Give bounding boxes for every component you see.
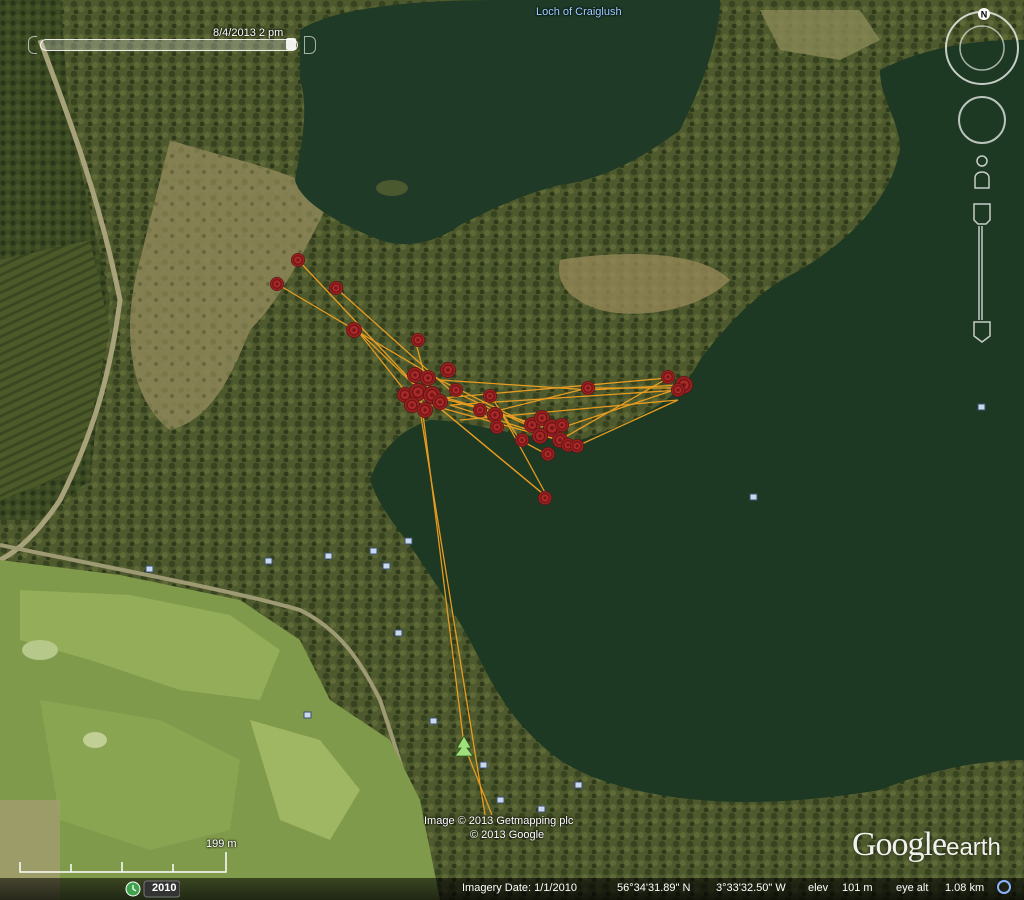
gps-marker[interactable] bbox=[420, 370, 436, 386]
longitude: 3°33'32.50" W bbox=[716, 882, 786, 894]
gps-marker[interactable] bbox=[329, 281, 343, 295]
photo-icon[interactable] bbox=[537, 805, 546, 813]
photo-icon[interactable] bbox=[496, 796, 505, 804]
gps-marker[interactable] bbox=[417, 402, 433, 418]
streaming-status-icon bbox=[997, 880, 1011, 894]
historical-imagery-year[interactable]: 2010 bbox=[152, 882, 176, 894]
green bbox=[22, 640, 58, 660]
google-earth-logo: Googleearth bbox=[852, 826, 1001, 864]
compass-ring-icon[interactable] bbox=[945, 11, 1019, 85]
gps-marker[interactable] bbox=[270, 277, 284, 291]
north-indicator[interactable]: N bbox=[978, 8, 990, 20]
gps-marker[interactable] bbox=[671, 383, 685, 397]
photo-icon[interactable] bbox=[394, 629, 403, 637]
photo-icon[interactable] bbox=[574, 781, 583, 789]
logo-brand: Google bbox=[852, 826, 947, 863]
scale-bar bbox=[19, 852, 227, 873]
photo-icon[interactable] bbox=[404, 537, 413, 545]
photo-icon[interactable] bbox=[264, 557, 273, 565]
photo-icon[interactable] bbox=[479, 761, 488, 769]
eye-altitude-value: 1.08 km bbox=[945, 882, 985, 894]
photo-icon[interactable] bbox=[382, 562, 391, 570]
elevation-label: elev bbox=[808, 882, 829, 894]
imagery-date: Imagery Date: 1/1/2010 bbox=[462, 882, 577, 894]
north-label: N bbox=[981, 10, 988, 20]
navigation-controls: N bbox=[945, 8, 1019, 343]
gps-marker[interactable] bbox=[581, 381, 595, 395]
gps-marker[interactable] bbox=[515, 433, 529, 447]
satellite-map[interactable] bbox=[0, 0, 1024, 900]
elevation-value: 101 m bbox=[842, 882, 873, 894]
gps-marker[interactable] bbox=[449, 383, 463, 397]
look-joystick-icon[interactable] bbox=[958, 96, 1006, 144]
time-slider-label: 8/4/2013 2 pm bbox=[213, 27, 284, 39]
photo-icon[interactable] bbox=[369, 547, 378, 555]
eye-altitude-label: eye alt bbox=[896, 882, 929, 894]
gps-marker[interactable] bbox=[291, 253, 305, 267]
gps-marker[interactable] bbox=[490, 420, 504, 434]
green bbox=[83, 732, 107, 748]
gps-marker[interactable] bbox=[411, 333, 425, 347]
zoom-slider-icon[interactable] bbox=[973, 203, 991, 343]
photo-icon[interactable] bbox=[303, 711, 312, 719]
pegman-icon[interactable] bbox=[974, 155, 990, 189]
gps-marker[interactable] bbox=[473, 403, 487, 417]
time-slider-left-cap[interactable] bbox=[28, 36, 37, 54]
gps-marker[interactable] bbox=[570, 439, 584, 453]
gps-marker[interactable] bbox=[541, 447, 555, 461]
time-slider-right-cap[interactable] bbox=[304, 36, 316, 54]
scale-label: 199 m bbox=[206, 838, 237, 850]
island bbox=[376, 180, 408, 196]
gps-marker[interactable] bbox=[661, 370, 675, 384]
logo-product: earth bbox=[946, 834, 1001, 861]
gps-marker[interactable] bbox=[483, 389, 497, 403]
gps-marker[interactable] bbox=[538, 491, 552, 505]
latitude: 56°34'31.89" N bbox=[617, 882, 691, 894]
time-slider-handle[interactable] bbox=[286, 38, 296, 50]
photo-icon[interactable] bbox=[145, 565, 154, 573]
photo-icon[interactable] bbox=[324, 552, 333, 560]
photo-icon[interactable] bbox=[429, 717, 438, 725]
photo-icon[interactable] bbox=[977, 403, 986, 411]
gps-marker[interactable] bbox=[346, 322, 362, 338]
lake-label: Loch of Craiglush bbox=[536, 6, 622, 18]
gps-marker[interactable] bbox=[440, 362, 456, 378]
photo-icon[interactable] bbox=[749, 493, 758, 501]
gps-marker[interactable] bbox=[532, 428, 548, 444]
time-slider-track[interactable] bbox=[40, 39, 298, 51]
gps-marker[interactable] bbox=[432, 394, 448, 410]
gps-marker[interactable] bbox=[555, 418, 569, 432]
